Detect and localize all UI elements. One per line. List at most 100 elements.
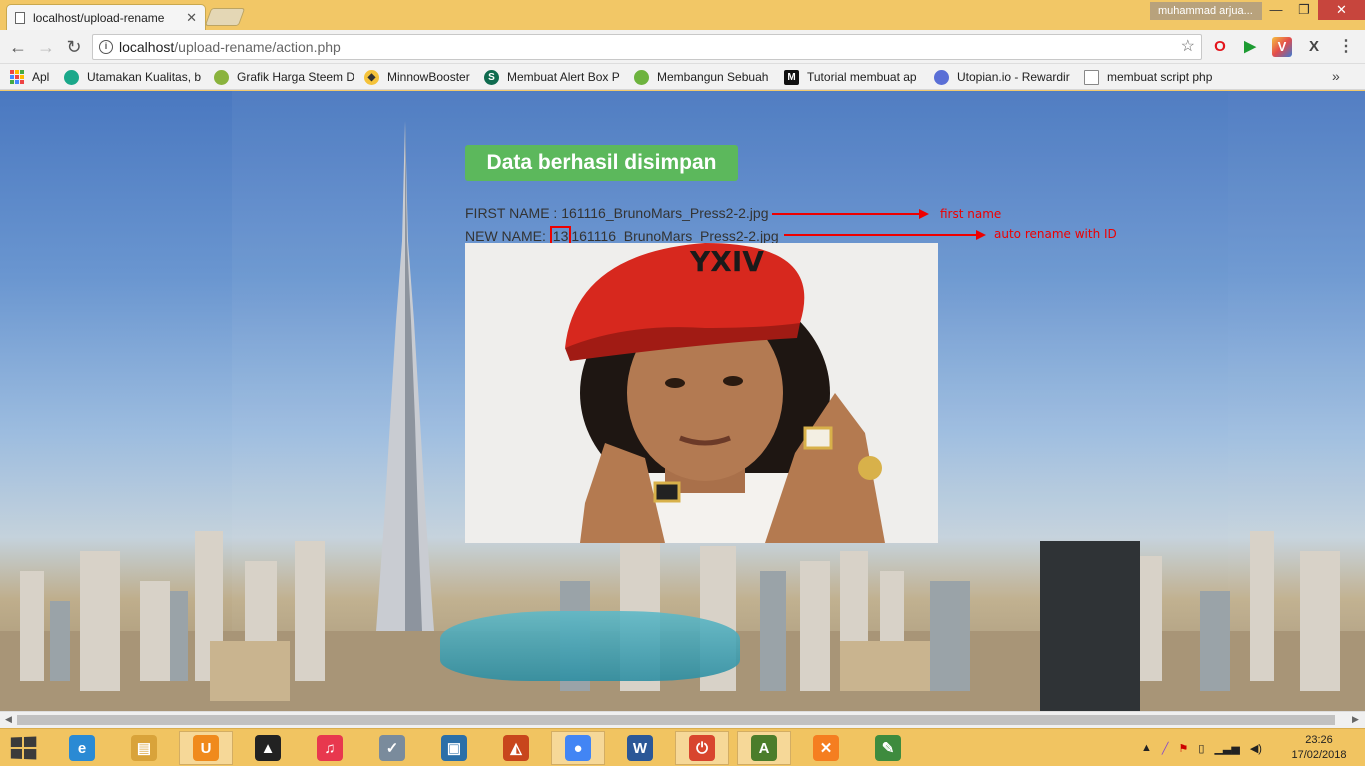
site-info-icon[interactable]: i: [99, 40, 113, 54]
apps-icon: [10, 70, 24, 84]
screen-icon: ▣: [441, 735, 467, 761]
taskbar-app-button[interactable]: ✎: [861, 731, 915, 765]
first-name-label: FIRST NAME :: [465, 205, 562, 221]
profile-button[interactable]: muhammad arjua...: [1150, 2, 1262, 20]
minimize-icon[interactable]: —: [1262, 0, 1290, 20]
fountain-lake: [440, 611, 740, 681]
bookmark-item[interactable]: S Membuat Alert Box P: [484, 69, 624, 85]
ie-icon: e: [69, 735, 95, 761]
action-center-icon[interactable]: ⚑: [1179, 742, 1189, 755]
opera-extension-icon[interactable]: O: [1210, 37, 1230, 57]
clock-date: 17/02/2018: [1291, 749, 1347, 761]
windows-taskbar: e ▤ U ▲ ♫ ✓ ▣ ◭ ● W ⏻ A ✕ ✎ ▲ ╱ ⚑ ▯ ▁▃▅ ◀) 23:26 17/0…: [0, 728, 1365, 766]
medium-icon: M: [784, 69, 799, 85]
uc-browser-icon: U: [193, 735, 219, 761]
annotation-auto-rename: auto rename with ID: [994, 227, 1117, 241]
first-name-value: 161116_BrunoMars_Press2-2.jpg: [561, 205, 769, 221]
installer-icon: ✓: [379, 735, 405, 761]
taskbar-app-button[interactable]: A: [737, 731, 791, 765]
tab-title: localhost/upload-rename: [33, 10, 165, 25]
taskbar-app-button[interactable]: ✓: [365, 731, 419, 765]
x-extension-icon[interactable]: X: [1304, 37, 1324, 57]
bookmarks-bar: Apl Utamakan Kualitas, b Grafik Harga St…: [0, 64, 1365, 90]
annotation-arrow-new: [784, 230, 986, 240]
bookmark-item[interactable]: Utamakan Kualitas, b: [64, 69, 204, 85]
file-explorer-icon: ▤: [131, 735, 157, 761]
matlab-icon: ◭: [503, 735, 529, 761]
taskbar-app-button[interactable]: ●: [551, 731, 605, 765]
bookmark-star-icon[interactable]: ☆: [1181, 35, 1195, 59]
annotation-arrow-first: [772, 209, 929, 219]
android-icon: [214, 69, 229, 85]
minnow-icon: ◆: [364, 69, 379, 85]
bookmark-item[interactable]: Grafik Harga Steem D: [214, 69, 354, 85]
bookmark-item[interactable]: ◆ MinnowBooster: [364, 69, 476, 85]
xampp-icon: ✕: [813, 735, 839, 761]
uploaded-image: YXIV: [465, 243, 938, 543]
first-name-line: FIRST NAME : 161116_BrunoMars_Press2-2.j…: [465, 205, 768, 221]
scroll-right-icon[interactable]: ▶: [1352, 714, 1359, 725]
bookmark-item[interactable]: M Tutorial membuat ap: [784, 69, 924, 85]
pen-icon[interactable]: ╱: [1162, 742, 1169, 755]
restore-icon[interactable]: ❐: [1290, 0, 1318, 20]
taskbar-app-button[interactable]: ✕: [799, 731, 853, 765]
new-name-label: NEW NAME:: [465, 228, 550, 244]
scroll-left-icon[interactable]: ◀: [5, 714, 12, 725]
bookmark-item[interactable]: Utopian.io - Rewardir: [934, 69, 1074, 85]
bookmark-apps[interactable]: Apl: [10, 69, 49, 85]
success-alert: Data berhasil disimpan: [465, 145, 738, 181]
reload-icon[interactable]: ↻: [62, 35, 86, 59]
new-name-value: 161116_BrunoMars_Press2-2.jpg: [571, 228, 779, 244]
notepad-icon: ✎: [875, 735, 901, 761]
play-extension-icon[interactable]: ▶: [1240, 37, 1260, 57]
new-tab-button[interactable]: [204, 8, 246, 26]
close-tab-icon[interactable]: ✕: [186, 10, 197, 26]
signal-icon[interactable]: ▁▃▅: [1214, 742, 1239, 755]
steemit-icon: S: [484, 69, 499, 85]
word-icon: W: [627, 735, 653, 761]
v-extension-icon[interactable]: V: [1272, 37, 1292, 57]
taskbar-app-button[interactable]: ▲: [241, 731, 295, 765]
menu-icon[interactable]: ⋮: [1336, 37, 1356, 57]
horizontal-scrollbar[interactable]: ◀ ▶: [0, 711, 1365, 728]
browser-tab[interactable]: localhost/upload-rename ✕: [6, 4, 206, 30]
taskbar-app-button[interactable]: ▤: [117, 731, 171, 765]
green-circle-icon: [64, 69, 79, 85]
bookmark-item[interactable]: membuat script php: [1084, 69, 1226, 85]
battery-icon[interactable]: ▯: [1198, 742, 1204, 755]
taskbar-app-button[interactable]: ▣: [427, 731, 481, 765]
leaf-icon: [634, 69, 649, 85]
aimp-icon: ▲: [255, 735, 281, 761]
taskbar-app-button[interactable]: ♫: [303, 731, 357, 765]
cap-logo-text: YXIV: [689, 245, 764, 278]
scrollbar-thumb[interactable]: [17, 715, 1335, 725]
taskbar-app-button[interactable]: ⏻: [675, 731, 729, 765]
burj-khalifa-tower: [376, 121, 434, 631]
url-host: localhost: [119, 39, 175, 55]
itunes-icon: ♫: [317, 735, 343, 761]
volume-icon[interactable]: ◀): [1250, 742, 1262, 755]
address-bar[interactable]: i localhost/upload-rename/action.php ☆: [92, 34, 1202, 60]
taskbar-app-button[interactable]: ◭: [489, 731, 543, 765]
annotation-first-name: first name: [940, 207, 1002, 221]
system-tray: ▲ ╱ ⚑ ▯ ▁▃▅ ◀): [1136, 729, 1267, 766]
taskbar-app-button[interactable]: U: [179, 731, 233, 765]
url-path: /upload-rename/action.php: [174, 39, 341, 55]
clock[interactable]: 23:26 17/02/2018: [1288, 733, 1350, 763]
page-icon: [1084, 69, 1099, 85]
utopian-icon: [934, 69, 949, 85]
sublime-icon: A: [751, 735, 777, 761]
page-icon: [15, 11, 25, 24]
back-icon[interactable]: ←: [6, 35, 30, 59]
window-titlebar: localhost/upload-rename ✕ muhammad arjua…: [0, 0, 1365, 30]
browser-toolbar: ← → ↻ i localhost/upload-rename/action.p…: [0, 30, 1365, 64]
close-window-icon[interactable]: ✕: [1318, 0, 1365, 20]
forward-icon[interactable]: →: [34, 35, 58, 59]
taskbar-app-button[interactable]: W: [613, 731, 667, 765]
taskbar-app-button[interactable]: e: [55, 731, 109, 765]
show-hidden-icons-icon[interactable]: ▲: [1141, 742, 1152, 754]
start-button-icon[interactable]: [10, 736, 37, 760]
more-bookmarks-icon[interactable]: »: [1332, 68, 1340, 84]
bookmark-item[interactable]: Membangun Sebuah: [634, 69, 774, 85]
chrome-icon: ●: [565, 735, 591, 761]
